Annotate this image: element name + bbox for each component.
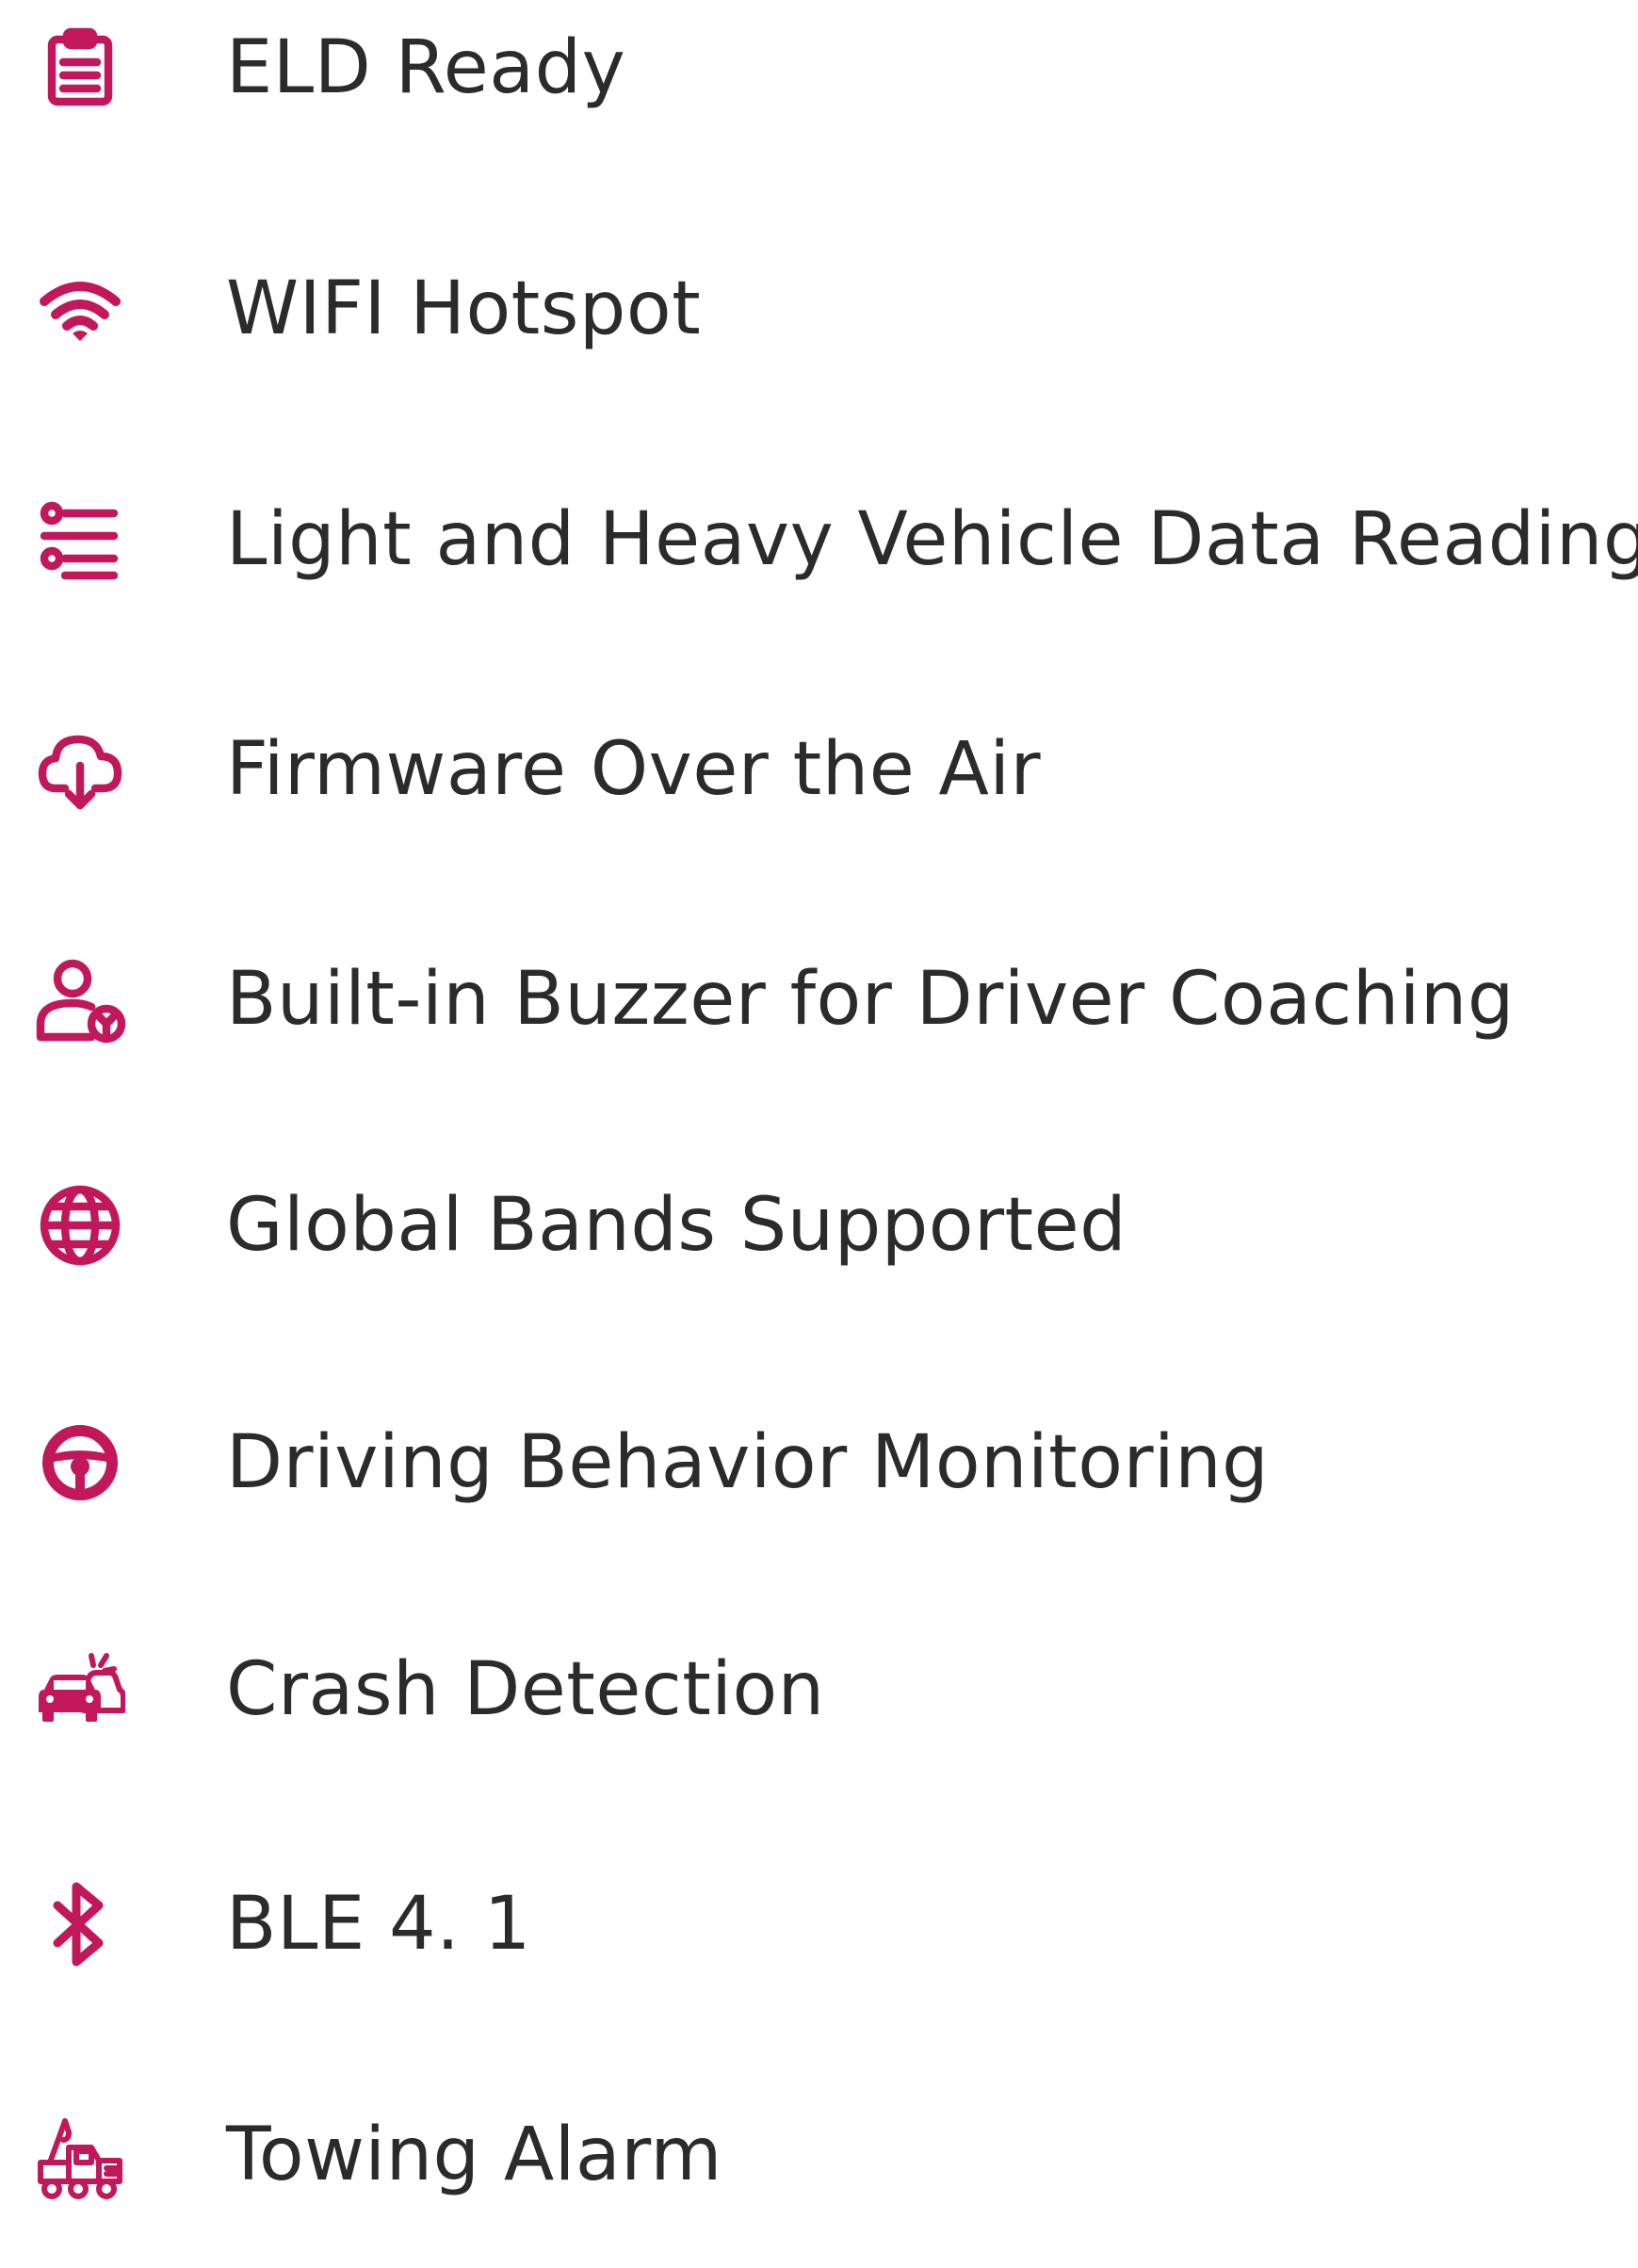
feature-item-eld-ready: ELD Ready [0, 0, 1638, 181]
car-crash-icon [28, 1638, 132, 1742]
feature-item-ble: BLE 4. 1 [0, 1811, 1638, 2037]
bluetooth-icon [28, 1872, 132, 1976]
feature-item-towing-alarm: Towing Alarm [0, 2042, 1638, 2268]
feature-label: Driving Behavior Monitoring [226, 1420, 1270, 1505]
cloud-download-icon [28, 718, 132, 821]
feature-label: Global Bands Supported [226, 1183, 1127, 1268]
clipboard-icon [28, 16, 132, 120]
feature-item-driving-behavior: Driving Behavior Monitoring [0, 1350, 1638, 1576]
feature-item-global-bands: Global Bands Supported [0, 1112, 1638, 1338]
steering-wheel-icon [28, 1411, 132, 1515]
feature-item-wifi-hotspot: WIFI Hotspot [0, 196, 1638, 422]
feature-item-crash-detection: Crash Detection [0, 1577, 1638, 1803]
tow-truck-icon [28, 2103, 132, 2207]
feature-label: ELD Ready [226, 25, 626, 110]
feature-list: ELD Ready WIFI Hotspot Light and Heavy V… [0, 0, 1638, 2234]
driver-coaching-icon [28, 948, 132, 1051]
globe-icon [28, 1174, 132, 1277]
feature-label: BLE 4. 1 [226, 1882, 531, 1967]
feature-label: Towing Alarm [226, 2113, 722, 2197]
feature-item-firmware-ota: Firmware Over the Air [0, 656, 1638, 883]
feature-label: Built-in Buzzer for Driver Coaching [226, 957, 1515, 1042]
feature-item-vehicle-data-reading: Light and Heavy Vehicle Data Reading [0, 427, 1638, 653]
wifi-icon [28, 257, 132, 361]
feature-item-driver-coaching: Built-in Buzzer for Driver Coaching [0, 886, 1638, 1112]
list-settings-icon [28, 488, 132, 591]
feature-label: Firmware Over the Air [226, 727, 1042, 812]
feature-label: Light and Heavy Vehicle Data Reading [226, 497, 1638, 582]
feature-label: Crash Detection [226, 1647, 825, 1732]
feature-label: WIFI Hotspot [226, 267, 702, 351]
